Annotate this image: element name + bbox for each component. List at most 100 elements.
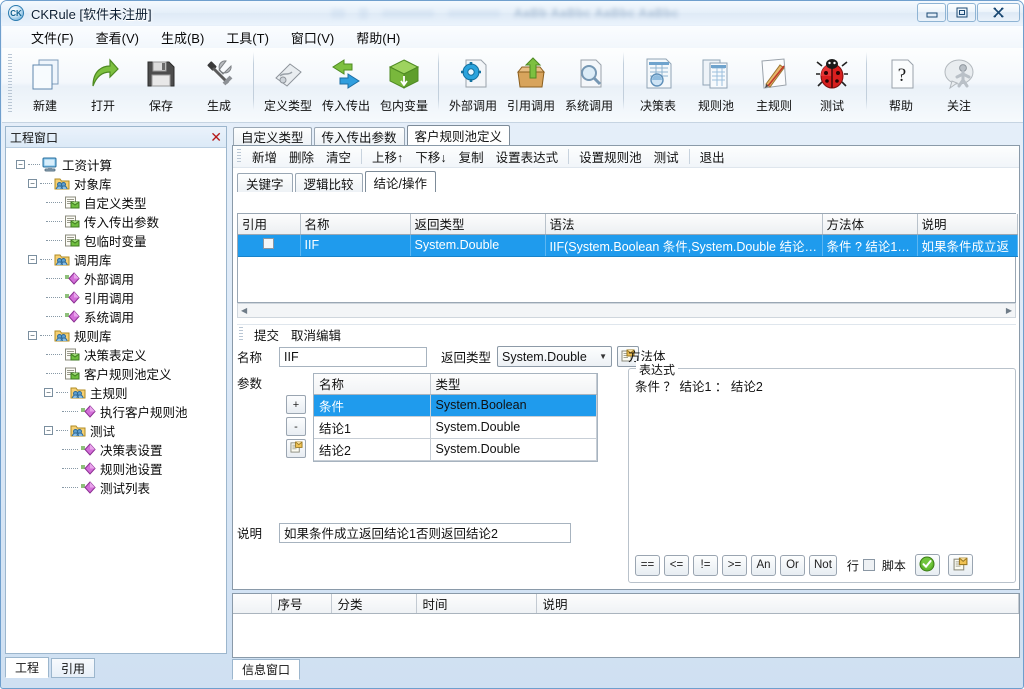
action-delete[interactable]: 删除 (283, 146, 320, 167)
toolbar-decision-table-button[interactable]: 决策表 (629, 48, 687, 118)
menu-view[interactable]: 查看(V) (85, 26, 150, 49)
action-set-expression[interactable]: 设置表达式 (490, 146, 565, 167)
close-button[interactable] (977, 3, 1020, 22)
greater-equal-button[interactable]: >= (722, 554, 747, 576)
tab-keyword[interactable]: 关键字 (237, 173, 293, 192)
menu-build[interactable]: 生成(B) (150, 26, 215, 49)
tree-item-main-rule[interactable]: − 主规则 (10, 383, 226, 402)
action-test[interactable]: 测试 (648, 146, 685, 167)
maximize-button[interactable] (947, 3, 976, 22)
tree-item-decision-table-settings[interactable]: 决策表设置 (10, 440, 226, 459)
action-clear[interactable]: 清空 (320, 146, 357, 167)
toolbar-reference-call-button[interactable]: 引用调用 (502, 48, 560, 118)
toolbar-rule-pool-button[interactable]: 规则池 (687, 48, 745, 118)
tree-item-rule-pool-settings[interactable]: 规则池设置 (10, 459, 226, 478)
toolbar-define-type-button[interactable]: 定义类型 (259, 48, 317, 118)
less-equal-button[interactable]: <= (664, 554, 689, 576)
not-button[interactable]: Not (809, 554, 837, 576)
toolbar-external-call-button[interactable]: 外部调用 (444, 48, 502, 118)
cancel-edit-button[interactable]: 取消编辑 (285, 324, 347, 345)
tree-item-in-out-params[interactable]: 传入传出参数 (10, 212, 226, 231)
toolbar-main-rule-button[interactable]: 主规则 (745, 48, 803, 118)
minimize-button[interactable] (917, 3, 946, 22)
action-move-up[interactable]: 上移↑ (366, 146, 409, 167)
menu-tools[interactable]: 工具(T) (215, 26, 280, 49)
tree-item-reference-call[interactable]: 引用调用 (10, 288, 226, 307)
toolbar-follow-button[interactable]: 关注 (930, 48, 988, 118)
param-row[interactable]: 结论2 System.Double (314, 438, 597, 461)
toolbar-save-button[interactable]: 保存 (132, 48, 190, 118)
action-set-rule-pool[interactable]: 设置规则池 (573, 146, 648, 167)
tab-project[interactable]: 工程 (5, 657, 50, 678)
add-param-button[interactable]: + (286, 395, 306, 414)
tree-item-decision-table-def[interactable]: 决策表定义 (10, 345, 226, 364)
script-checkbox[interactable] (862, 559, 875, 571)
not-equal-button[interactable]: != (693, 554, 718, 576)
tab-conclusion-operation[interactable]: 结论/操作 (364, 171, 437, 192)
collapse-toggle[interactable]: − (28, 255, 37, 264)
toolbar-help-button[interactable]: ? 帮助 (872, 48, 930, 118)
tab-info-window[interactable]: 信息窗口 (232, 659, 301, 680)
tree-item-rule-library[interactable]: − 规则库 (10, 326, 226, 345)
info-col-description[interactable]: 说明 (536, 594, 1019, 614)
drag-grip-icon[interactable] (237, 149, 241, 164)
toolbar-package-var-button[interactable]: 包内变量 (375, 48, 433, 118)
col-method-body[interactable]: 方法体 (822, 214, 918, 235)
col-return-type[interactable]: 返回类型 (410, 214, 546, 235)
reference-checkbox[interactable] (263, 238, 275, 249)
collapse-toggle[interactable]: − (28, 331, 37, 340)
info-col-index[interactable]: 序号 (271, 594, 332, 614)
toolbar-grip[interactable] (8, 54, 12, 112)
param-row[interactable]: 结论1 System.Double (314, 416, 597, 439)
toolbar-build-button[interactable]: 生成 (190, 48, 248, 118)
edit-param-button[interactable] (286, 439, 306, 458)
tab-logic-compare[interactable]: 逻辑比较 (294, 173, 363, 192)
close-x-icon[interactable]: ✕ (210, 130, 222, 144)
grid-horizontal-scrollbar[interactable]: ◀ ▶ (237, 303, 1016, 318)
action-add[interactable]: 新增 (246, 146, 283, 167)
name-input[interactable]: IIF (279, 346, 427, 367)
submit-button[interactable]: 提交 (248, 324, 285, 345)
return-type-select[interactable]: System.Double ▼ (497, 346, 613, 367)
tree-item-call-library[interactable]: − 调用库 (10, 250, 226, 269)
tree-item-test[interactable]: − 测试 (10, 421, 226, 440)
collapse-toggle[interactable]: − (44, 426, 53, 435)
table-row[interactable]: IIF System.Double IIF(System.Boolean 条件,… (238, 234, 1018, 257)
toolbar-system-call-button[interactable]: 系统调用 (560, 48, 618, 118)
tree-item-test-list[interactable]: 测试列表 (10, 478, 226, 497)
toolbar-in-out-button[interactable]: 传入传出 (317, 48, 375, 118)
description-input[interactable]: 如果条件成立返回结论1否则返回结论2 (279, 522, 571, 543)
col-reference[interactable]: 引用 (238, 214, 301, 235)
param-row[interactable]: 条件 System.Boolean (314, 394, 597, 417)
expression-text[interactable]: 条件 ？ 结论1 ： 结论2 (629, 369, 1015, 402)
tree-item-salary-calc[interactable]: − 工资计算 (10, 155, 226, 174)
action-move-down[interactable]: 下移↓ (409, 146, 452, 167)
tab-reference[interactable]: 引用 (51, 658, 96, 678)
cell-reference[interactable] (238, 234, 301, 257)
info-col-time[interactable]: 时间 (416, 594, 537, 614)
tree-item-system-call[interactable]: 系统调用 (10, 307, 226, 326)
toolbar-test-button[interactable]: 测试 (803, 48, 861, 118)
doc-tab-customer-rule-pool-def[interactable]: 客户规则池定义 (406, 125, 511, 145)
scroll-right-arrow-icon[interactable]: ▶ (1003, 306, 1015, 315)
menu-window[interactable]: 窗口(V) (280, 26, 345, 49)
action-copy[interactable]: 复制 (453, 146, 490, 167)
tree-item-external-call[interactable]: 外部调用 (10, 269, 226, 288)
remove-param-button[interactable]: - (286, 417, 306, 436)
collapse-toggle[interactable]: − (28, 179, 37, 188)
and-button[interactable]: An (751, 554, 776, 576)
scroll-left-arrow-icon[interactable]: ◀ (238, 306, 250, 315)
confirm-button[interactable] (914, 554, 940, 576)
expression-picker-button[interactable] (947, 554, 973, 576)
collapse-toggle[interactable]: − (16, 160, 25, 169)
equals-button[interactable]: == (635, 554, 660, 576)
menu-file[interactable]: 文件(F) (20, 26, 85, 49)
tree-item-exec-customer-rule-pool[interactable]: 执行客户规则池 (10, 402, 226, 421)
collapse-toggle[interactable]: − (44, 388, 53, 397)
drag-grip-icon[interactable] (239, 327, 243, 342)
tree-item-custom-type[interactable]: 自定义类型 (10, 193, 226, 212)
tree-item-customer-rule-pool-def[interactable]: 客户规则池定义 (10, 364, 226, 383)
tree-item-package-temp-var[interactable]: 包临时变量 (10, 231, 226, 250)
toolbar-open-button[interactable]: 打开 (74, 48, 132, 118)
col-name[interactable]: 名称 (300, 214, 411, 235)
